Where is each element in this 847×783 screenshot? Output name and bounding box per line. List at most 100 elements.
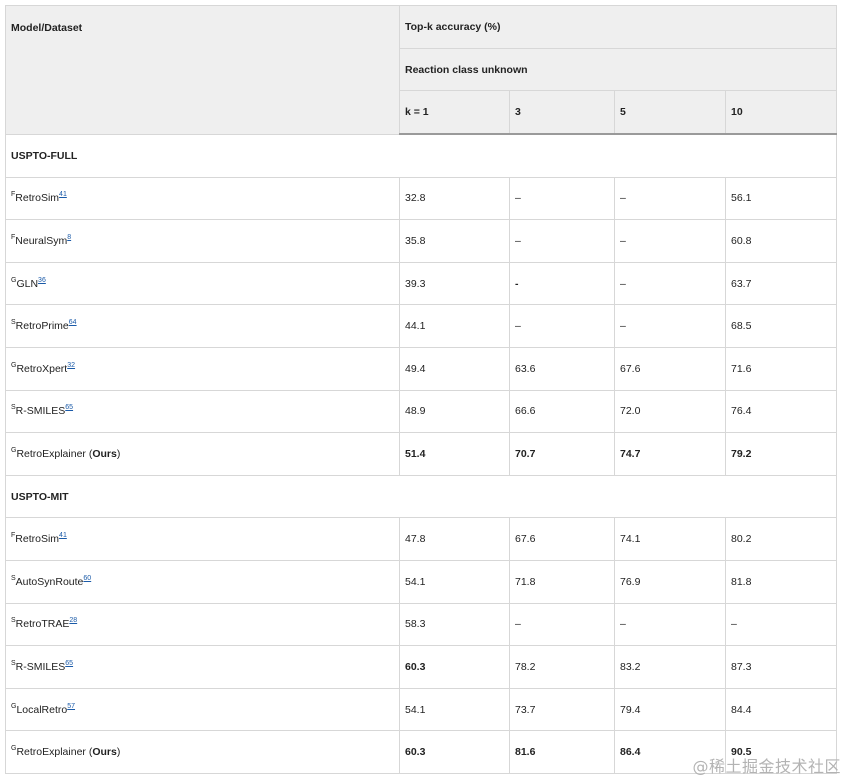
table-row: SRetroTRAE28 58.3– – – bbox=[5, 602, 837, 647]
accuracy-cell: 66.6 bbox=[509, 389, 615, 434]
model-name: LocalRetro bbox=[16, 703, 68, 716]
accuracy-cell: 84.4 bbox=[725, 687, 837, 732]
model-name: RetroXpert bbox=[16, 362, 68, 375]
accuracy-cell: 32.8 bbox=[399, 176, 510, 221]
accuracy-cell: 60.3 bbox=[399, 730, 510, 774]
table-row: GLocalRetro57 54.1 73.7 79.4 84.4 bbox=[5, 687, 837, 732]
model-name: NeuralSym bbox=[15, 234, 68, 247]
reference-link[interactable]: 57 bbox=[67, 703, 75, 710]
model-name: RetroTRAE bbox=[15, 618, 70, 631]
section-row: USPTO-FULL bbox=[5, 133, 837, 178]
reference-link[interactable]: 28 bbox=[69, 617, 77, 624]
accuracy-cell: 51.4 bbox=[399, 432, 510, 476]
table-row: SRetroPrime64 44.1– –68.5 bbox=[5, 304, 837, 348]
section-title: USPTO-FULL bbox=[5, 133, 837, 178]
accuracy-cell: – bbox=[614, 176, 726, 221]
reference-link[interactable]: 65 bbox=[65, 660, 73, 667]
model-dataset-header: Model/Dataset bbox=[5, 5, 400, 135]
accuracy-cell: 79.4 bbox=[614, 687, 726, 732]
k-header-3: 3 bbox=[509, 90, 615, 135]
accuracy-cell: 81.8 bbox=[725, 559, 837, 604]
model-cell: GGLN36 bbox=[5, 261, 400, 306]
accuracy-cell: 71.8 bbox=[509, 559, 615, 604]
accuracy-cell: – bbox=[725, 602, 837, 647]
table-row: GRetroExplainer (Ours) 51.4 70.7 74.7 79.2 bbox=[5, 432, 837, 476]
accuracy-cell: 78.2 bbox=[509, 645, 615, 689]
reference-link[interactable]: 64 bbox=[69, 319, 77, 326]
model-cell: SR-SMILES65 bbox=[5, 645, 400, 689]
accuracy-cell: 49.4 bbox=[399, 346, 510, 391]
accuracy-cell: 35.8 bbox=[399, 219, 510, 263]
model-cell: GRetroExplainer (Ours) bbox=[5, 730, 400, 774]
accuracy-cell: 74.7 bbox=[614, 432, 726, 476]
accuracy-cell: – bbox=[509, 602, 615, 647]
model-name: RetroPrime bbox=[15, 320, 69, 333]
reference-link[interactable]: 41 bbox=[59, 191, 67, 198]
reference-link[interactable]: 41 bbox=[59, 532, 67, 539]
accuracy-cell: – bbox=[509, 304, 615, 348]
model-name: R-SMILES bbox=[15, 660, 66, 673]
model-cell: SAutoSynRoute60 bbox=[5, 559, 400, 604]
accuracy-cell: – bbox=[509, 176, 615, 221]
accuracy-cell: 67.6 bbox=[614, 346, 726, 391]
accuracy-cell: 60.3 bbox=[399, 645, 510, 689]
reaction-class-header: Reaction class unknown bbox=[399, 48, 837, 91]
accuracy-cell: 48.9 bbox=[399, 389, 510, 434]
reference-link[interactable]: 65 bbox=[65, 404, 73, 411]
table-row: GGLN36 39.3- –63.7 bbox=[5, 261, 837, 306]
table-row: SR-SMILES65 60.3 78.2 83.2 87.3 bbox=[5, 645, 837, 689]
model-name: GLN bbox=[16, 277, 39, 290]
accuracy-cell: 58.3 bbox=[399, 602, 510, 647]
close-paren: ) bbox=[116, 746, 121, 759]
table-row: SAutoSynRoute60 54.1 71.8 76.9 81.8 bbox=[5, 559, 837, 604]
accuracy-cell: 81.6 bbox=[509, 730, 615, 774]
accuracy-cell: 47.8 bbox=[399, 517, 510, 561]
table-row: FNeuralSym8 35.8– –60.8 bbox=[5, 219, 837, 263]
accuracy-cell: 39.3 bbox=[399, 261, 510, 306]
k-header-1: k = 1 bbox=[399, 90, 510, 135]
accuracy-cell: 80.2 bbox=[725, 517, 837, 561]
reference-link[interactable]: 36 bbox=[38, 277, 46, 284]
accuracy-cell: 83.2 bbox=[614, 645, 726, 689]
accuracy-cell: 79.2 bbox=[725, 432, 837, 476]
accuracy-cell: 63.6 bbox=[509, 346, 615, 391]
model-cell: SRetroPrime64 bbox=[5, 304, 400, 348]
reference-link[interactable]: 32 bbox=[67, 362, 75, 369]
accuracy-cell: 72.0 bbox=[614, 389, 726, 434]
k-header-5: 5 bbox=[614, 90, 726, 135]
model-cell: FRetroSim41 bbox=[5, 517, 400, 561]
accuracy-cell: 76.9 bbox=[614, 559, 726, 604]
model-name: AutoSynRoute bbox=[15, 575, 84, 588]
reference-link[interactable]: 8 bbox=[67, 234, 71, 241]
model-cell: SR-SMILES65 bbox=[5, 389, 400, 434]
model-cell: FNeuralSym8 bbox=[5, 219, 400, 263]
accuracy-cell: – bbox=[509, 219, 615, 263]
accuracy-cell: – bbox=[614, 261, 726, 306]
model-name: RetroSim bbox=[15, 192, 60, 205]
accuracy-cell: 70.7 bbox=[509, 432, 615, 476]
table-row: GRetroXpert32 49.4 63.6 67.6 71.6 bbox=[5, 346, 837, 391]
accuracy-cell: 54.1 bbox=[399, 687, 510, 732]
accuracy-cell: 87.3 bbox=[725, 645, 837, 689]
model-name: RetroExplainer ( bbox=[16, 746, 93, 759]
model-cell: GLocalRetro57 bbox=[5, 687, 400, 732]
reference-link[interactable]: 60 bbox=[83, 575, 91, 582]
k-header-10: 10 bbox=[725, 90, 837, 135]
accuracy-cell: - bbox=[509, 261, 615, 306]
model-cell: GRetroXpert32 bbox=[5, 346, 400, 391]
model-name: RetroExplainer ( bbox=[16, 447, 93, 460]
results-table: Model/Dataset Top-k accuracy (%) Reactio… bbox=[5, 5, 837, 774]
section-row: USPTO-MIT bbox=[5, 474, 837, 519]
accuracy-cell: 67.6 bbox=[509, 517, 615, 561]
table-row: FRetroSim41 32.8– –56.1 bbox=[5, 176, 837, 221]
accuracy-cell: 44.1 bbox=[399, 304, 510, 348]
accuracy-cell: – bbox=[614, 304, 726, 348]
accuracy-cell: 71.6 bbox=[725, 346, 837, 391]
accuracy-cell: 73.7 bbox=[509, 687, 615, 732]
table-row: SR-SMILES65 48.9 66.6 72.0 76.4 bbox=[5, 389, 837, 434]
section-title: USPTO-MIT bbox=[5, 474, 837, 519]
model-cell: SRetroTRAE28 bbox=[5, 602, 400, 647]
accuracy-cell: 76.4 bbox=[725, 389, 837, 434]
accuracy-cell: – bbox=[614, 219, 726, 263]
accuracy-cell: 68.5 bbox=[725, 304, 837, 348]
